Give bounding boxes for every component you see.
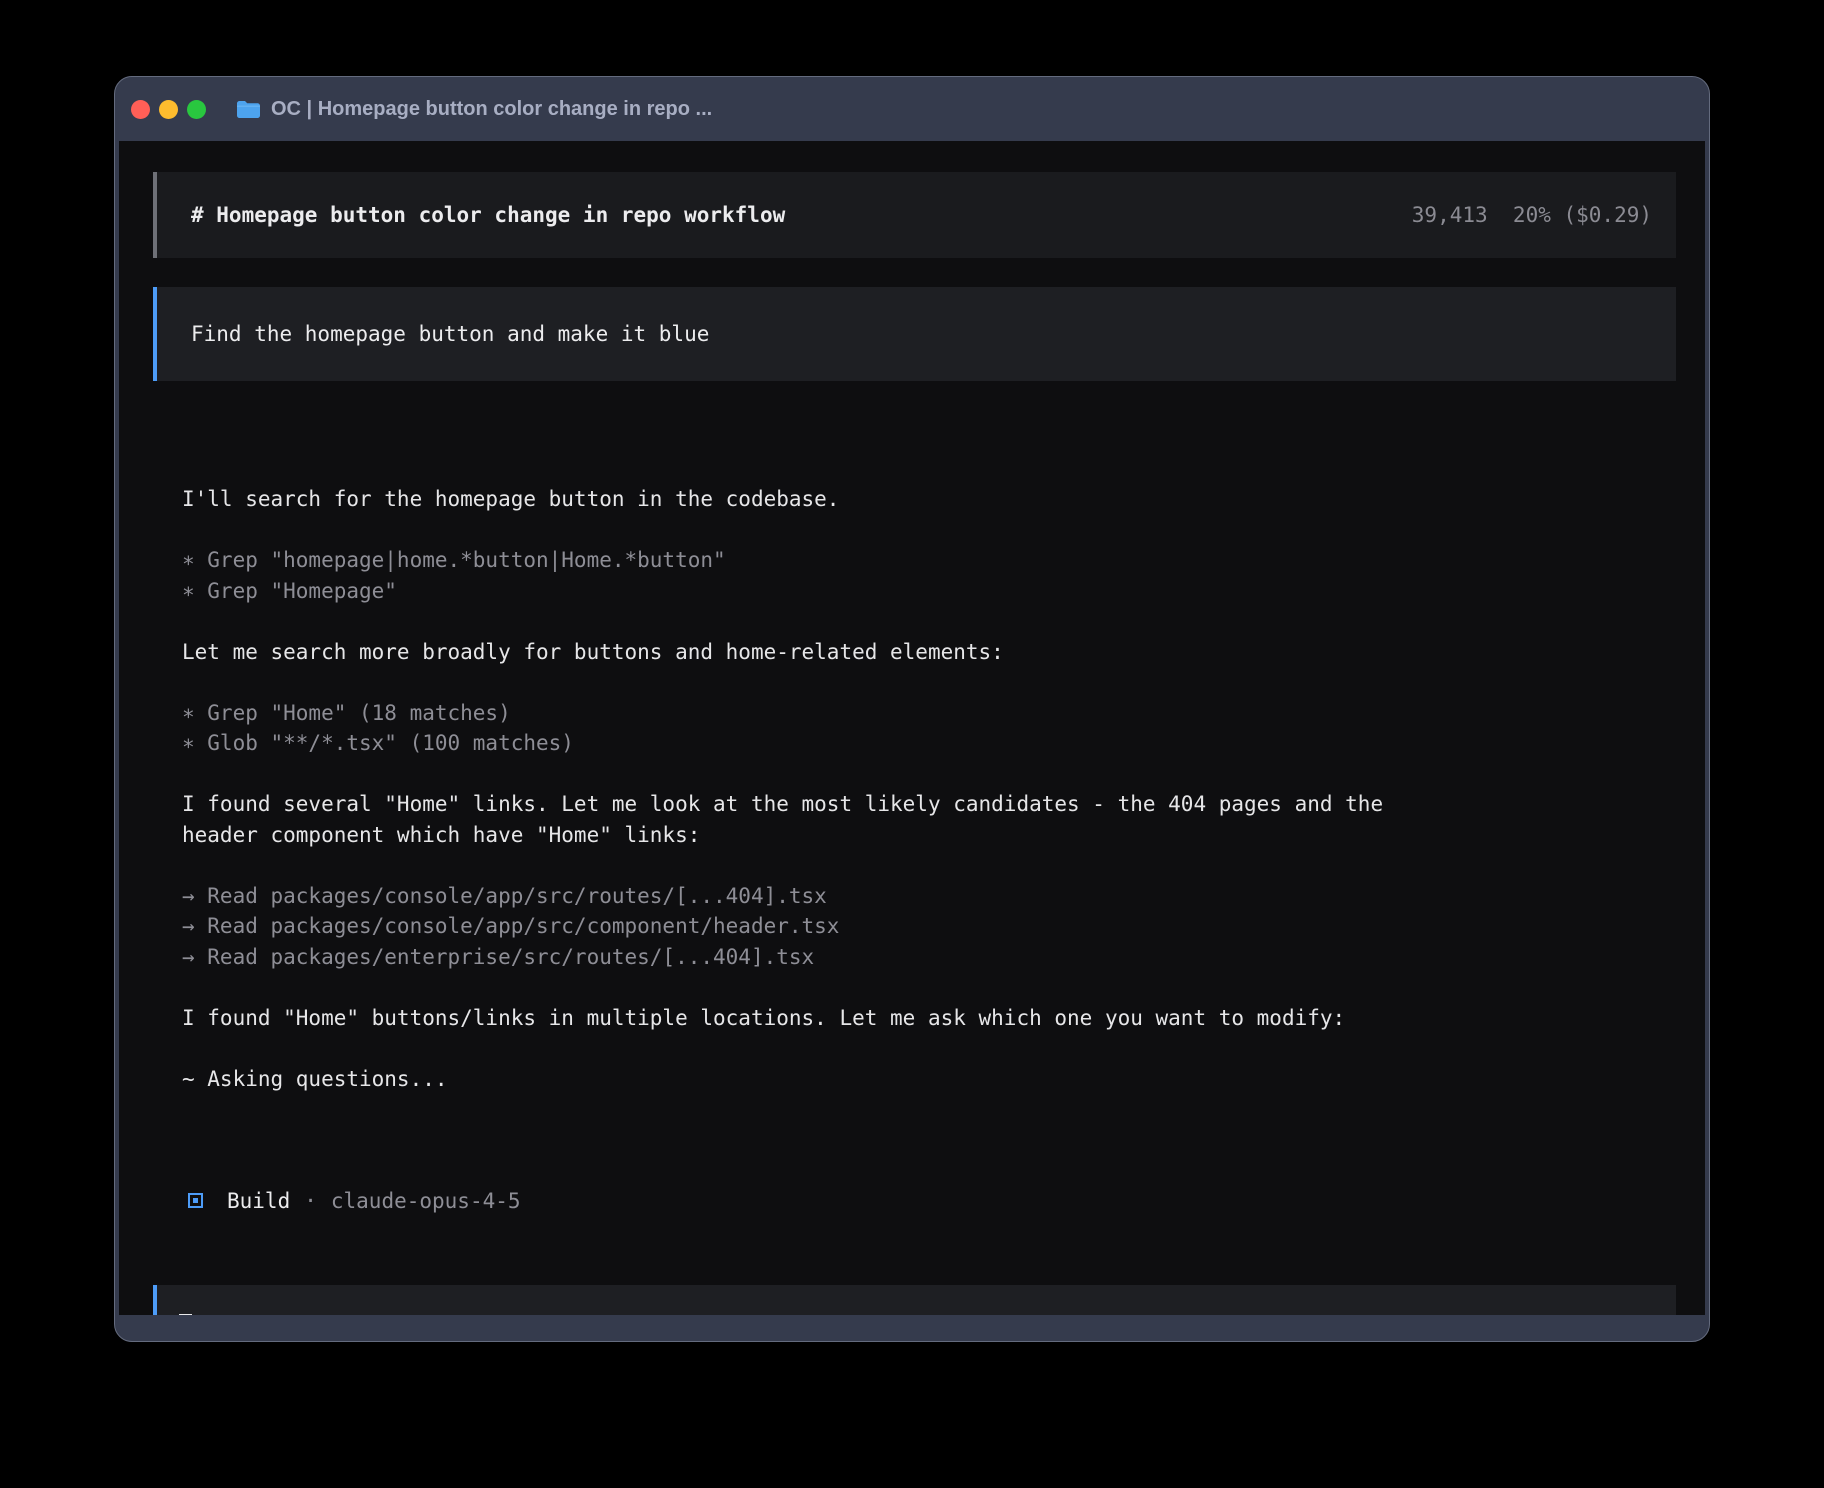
- text-line: ~ Asking questions...: [182, 1064, 1676, 1095]
- agent-model: claude-opus-4-5: [331, 1186, 521, 1217]
- session-header: # Homepage button color change in repo w…: [153, 172, 1676, 258]
- text-line: ∗ Grep "Home" (18 matches): [182, 698, 1676, 729]
- assistant-text-paragraph: ~ Asking questions...: [182, 1064, 1676, 1095]
- text-line: I'll search for the homepage button in t…: [182, 484, 1676, 515]
- close-button[interactable]: [131, 100, 150, 119]
- traffic-lights: [131, 100, 206, 119]
- user-message-block: Find the homepage button and make it blu…: [153, 287, 1676, 381]
- conversation-paragraphs: I'll search for the homepage button in t…: [182, 484, 1676, 1094]
- text-line: I found several "Home" links. Let me loo…: [182, 789, 1676, 820]
- text-line: → Read packages/enterprise/src/routes/[.…: [182, 942, 1676, 973]
- text-line: I found "Home" buttons/links in multiple…: [182, 1003, 1676, 1034]
- tool-call-paragraph: ∗ Grep "homepage|home.*button|Home.*butt…: [182, 545, 1676, 606]
- assistant-text-paragraph: I found several "Home" links. Let me loo…: [182, 789, 1676, 850]
- assistant-text-paragraph: I'll search for the homepage button in t…: [182, 484, 1676, 515]
- tool-call-paragraph: → Read packages/console/app/src/routes/[…: [182, 881, 1676, 973]
- terminal-window: OC | Homepage button color change in rep…: [114, 76, 1710, 1342]
- text-cursor[interactable]: [179, 1314, 192, 1315]
- text-line: → Read packages/console/app/src/routes/[…: [182, 881, 1676, 912]
- user-message-text: Find the homepage button and make it blu…: [191, 319, 709, 350]
- text-line: ∗ Grep "homepage|home.*button|Home.*butt…: [182, 545, 1676, 576]
- folder-icon: [236, 99, 261, 119]
- conversation: I'll search for the homepage button in t…: [153, 423, 1676, 1277]
- session-title: # Homepage button color change in repo w…: [191, 200, 785, 231]
- zoom-button[interactable]: [187, 100, 206, 119]
- agent-square-icon: [188, 1193, 203, 1208]
- session-token-stats: 39,413 20% ($0.29): [1412, 200, 1652, 231]
- minimize-button[interactable]: [159, 100, 178, 119]
- text-line: header component which have "Home" links…: [182, 820, 1676, 851]
- agent-name: Build: [227, 1186, 290, 1217]
- assistant-text-paragraph: Let me search more broadly for buttons a…: [182, 637, 1676, 668]
- text-line: → Read packages/console/app/src/componen…: [182, 911, 1676, 942]
- agent-separator: ·: [304, 1186, 317, 1217]
- assistant-text-paragraph: I found "Home" buttons/links in multiple…: [182, 1003, 1676, 1034]
- window-title: OC | Homepage button color change in rep…: [271, 98, 712, 121]
- agent-status-row: Build · claude-opus-4-5: [182, 1186, 1676, 1217]
- titlebar: OC | Homepage button color change in rep…: [119, 77, 1705, 141]
- text-line: ∗ Glob "**/*.tsx" (100 matches): [182, 728, 1676, 759]
- text-line: Let me search more broadly for buttons a…: [182, 637, 1676, 668]
- tool-call-paragraph: ∗ Grep "Home" (18 matches)∗ Glob "**/*.t…: [182, 698, 1676, 759]
- text-line: ∗ Grep "Homepage": [182, 576, 1676, 607]
- titlebar-proxy: OC | Homepage button color change in rep…: [236, 98, 712, 121]
- prompt-input[interactable]: Build Claude Opus 4.5 OpenCode Zen: [153, 1285, 1676, 1315]
- terminal-content: # Homepage button color change in repo w…: [119, 141, 1705, 1315]
